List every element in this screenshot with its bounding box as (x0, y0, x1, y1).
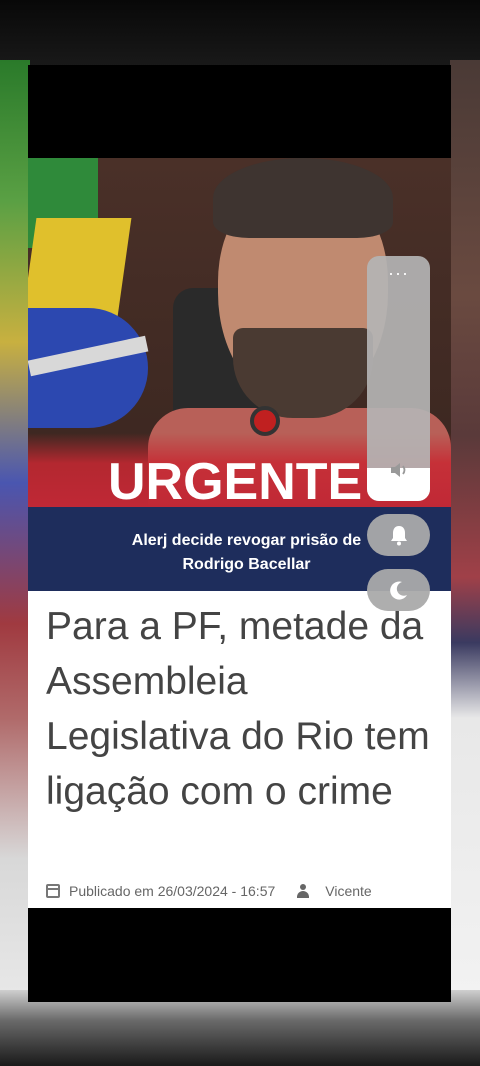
blurred-background-right (450, 60, 480, 1000)
article-headline[interactable]: Para a PF, metade da Assembleia Legislat… (46, 599, 436, 819)
volume-panel[interactable]: ··· (367, 256, 430, 501)
calendar-icon (46, 884, 60, 898)
volume-icon[interactable] (389, 461, 409, 479)
author-name[interactable]: Vicente (325, 883, 371, 899)
menu-dots-icon[interactable]: ··· (367, 264, 430, 282)
moon-icon (390, 581, 407, 600)
microphone (250, 406, 280, 436)
article-meta: Publicado em 26/03/2024 - 16:57 Vicente (46, 883, 372, 899)
blurred-background-top (0, 0, 480, 70)
urgent-banner-text: URGENTE (108, 453, 363, 508)
dark-mode-toggle[interactable] (367, 569, 430, 611)
progress-strip (28, 988, 178, 1002)
blurred-background-left (0, 60, 30, 1000)
article-card: Para a PF, metade da Assembleia Legislat… (28, 591, 451, 908)
bell-icon (391, 526, 407, 546)
published-date: Publicado em 26/03/2024 - 16:57 (69, 883, 276, 899)
ringer-toggle[interactable] (367, 514, 430, 556)
person-hair (213, 158, 393, 238)
user-icon (297, 884, 310, 898)
